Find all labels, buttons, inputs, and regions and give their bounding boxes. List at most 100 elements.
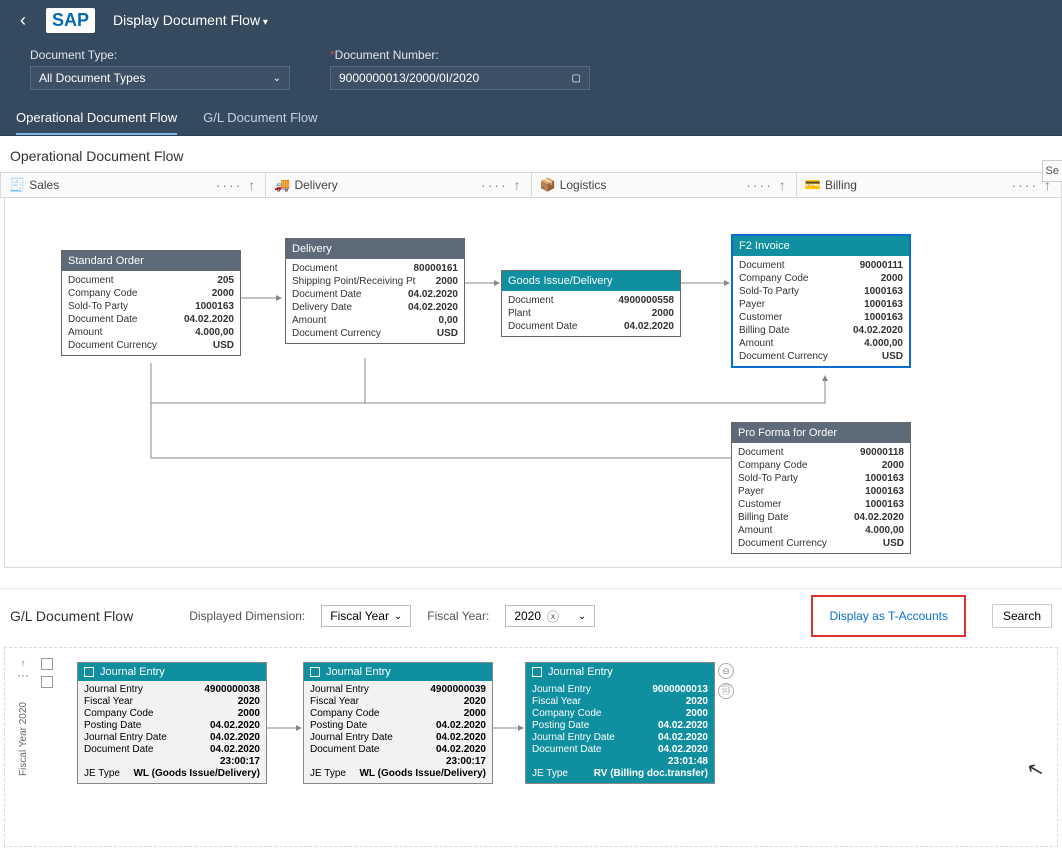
sales-icon: 🧾 xyxy=(9,177,25,192)
card-title: Goods Issue/Delivery xyxy=(502,271,680,291)
expand-panel-button[interactable]: Se xyxy=(1042,160,1062,182)
card-title: Delivery xyxy=(286,239,464,259)
card-delivery[interactable]: Delivery Document80000161Shipping Point/… xyxy=(285,238,465,344)
value-help-icon[interactable]: ▢ xyxy=(572,73,581,84)
card-row: Sold-To Party1000163 xyxy=(68,300,234,313)
lane-controls[interactable]: ···· ↑ xyxy=(746,177,788,193)
card-row: Delivery Date04.02.2020 xyxy=(292,301,458,314)
card-row: JE TypeWL (Goods Issue/Delivery) xyxy=(84,768,260,780)
card-row: Document Date04.02.2020 xyxy=(532,744,708,756)
card-row: Company Code2000 xyxy=(84,708,260,720)
card-row: JE TypeRV (Billing doc.transfer) xyxy=(532,768,708,780)
fiscal-year-label: Fiscal Year: xyxy=(427,609,489,623)
card-row: Company Code2000 xyxy=(738,459,904,472)
dimension-select[interactable]: Fiscal Year⌄ xyxy=(321,605,411,627)
card-title: F2 Invoice xyxy=(733,236,909,256)
card-row: Payer1000163 xyxy=(739,298,903,311)
tab-bar: Operational Document Flow G/L Document F… xyxy=(0,100,1062,136)
card-row: Customer1000163 xyxy=(739,311,903,324)
display-t-accounts-link[interactable]: Display as T-Accounts xyxy=(829,609,948,623)
checkbox-icon[interactable] xyxy=(310,667,320,677)
fiscal-year-select[interactable]: 2020ⓧ⌄ xyxy=(505,605,595,627)
card-row: Document Date04.02.2020 xyxy=(508,320,674,333)
lane-controls[interactable]: ···· ↑ xyxy=(481,177,523,193)
action-icon[interactable]: 🗐 xyxy=(718,683,734,699)
card-row: Document Date04.02.2020 xyxy=(292,288,458,301)
card-row: Shipping Point/Receiving Pt2000 xyxy=(292,275,458,288)
row-checkbox[interactable] xyxy=(41,658,53,670)
card-row: Amount4.000,00 xyxy=(738,524,904,537)
doc-number-input[interactable]: 9000000013/2000/0I/2020 ▢ xyxy=(330,66,590,90)
checkbox-icon[interactable] xyxy=(532,667,542,677)
card-journal-entry-2[interactable]: Journal Entry Journal Entry4900000039Fis… xyxy=(303,662,493,784)
flow-canvas[interactable]: Standard Order Document205Company Code20… xyxy=(4,198,1062,568)
card-row: Company Code2000 xyxy=(532,708,708,720)
card-row: Document Date04.02.2020 xyxy=(68,313,234,326)
card-row: Fiscal Year2020 xyxy=(310,696,486,708)
card-row: Billing Date04.02.2020 xyxy=(738,511,904,524)
sap-logo: SAP xyxy=(46,8,95,33)
card-f2-invoice[interactable]: F2 Invoice Document90000111Company Code2… xyxy=(731,234,911,368)
card-row: Amount0,00 xyxy=(292,314,458,327)
gl-section-title: G/L Document Flow xyxy=(10,608,133,624)
card-row: Document Date04.02.2020 xyxy=(310,744,486,756)
card-row: Posting Date04.02.2020 xyxy=(84,720,260,732)
card-row: Payer1000163 xyxy=(738,485,904,498)
card-row: Document90000111 xyxy=(739,259,903,272)
card-pro-forma[interactable]: Pro Forma for Order Document90000118Comp… xyxy=(731,422,911,554)
card-row: Journal Entry4900000038 xyxy=(84,684,260,696)
card-row: Company Code2000 xyxy=(68,287,234,300)
chevron-down-icon: ⌄ xyxy=(273,73,281,84)
card-row: Sold-To Party1000163 xyxy=(739,285,903,298)
card-row: Document Date04.02.2020 xyxy=(84,744,260,756)
card-row: Journal Entry Date04.02.2020 xyxy=(532,732,708,744)
tab-gl[interactable]: G/L Document Flow xyxy=(203,100,317,135)
card-row: Document CurrencyUSD xyxy=(292,327,458,340)
card-standard-order[interactable]: Standard Order Document205Company Code20… xyxy=(61,250,241,356)
lane-delivery: 🚚Delivery···· ↑ xyxy=(266,173,531,197)
card-row: Document CurrencyUSD xyxy=(739,350,903,363)
tab-operational[interactable]: Operational Document Flow xyxy=(16,100,177,135)
card-row: Journal Entry Date04.02.2020 xyxy=(310,732,486,744)
logistics-icon: 📦 xyxy=(540,177,556,192)
card-row: JE TypeWL (Goods Issue/Delivery) xyxy=(310,768,486,780)
section-title-operational: Operational Document Flow xyxy=(0,136,1062,172)
card-row: Journal Entry9000000013 xyxy=(532,684,708,696)
card-row: Document4900000558 xyxy=(508,294,674,307)
checkbox-icon[interactable] xyxy=(84,667,94,677)
card-row: Document CurrencyUSD xyxy=(68,339,234,352)
row-check-column xyxy=(41,658,55,688)
lane-sales: 🧾Sales···· ↑ xyxy=(1,173,266,197)
card-row: Posting Date04.02.2020 xyxy=(310,720,486,732)
doc-type-select[interactable]: All Document Types ⌄ xyxy=(30,66,290,90)
card-row: Journal Entry Date04.02.2020 xyxy=(84,732,260,744)
clear-icon[interactable]: ⓧ xyxy=(547,608,559,625)
lanes-header: 🧾Sales···· ↑ 🚚Delivery···· ↑ 📦Logistics·… xyxy=(0,172,1062,198)
card-journal-entry-1[interactable]: Journal Entry Journal Entry4900000038Fis… xyxy=(77,662,267,784)
row-checkbox[interactable] xyxy=(41,676,53,688)
gl-flow-canvas[interactable]: ↑ ··· Fiscal Year 2020 Journal Entry Jou… xyxy=(4,647,1058,847)
card-row: Customer1000163 xyxy=(738,498,904,511)
search-button[interactable]: Search xyxy=(992,604,1052,628)
card-row: Plant2000 xyxy=(508,307,674,320)
card-row: Document CurrencyUSD xyxy=(738,537,904,550)
lane-logistics: 📦Logistics···· ↑ xyxy=(532,173,797,197)
card-journal-entry-3[interactable]: Journal Entry Journal Entry9000000013Fis… xyxy=(525,662,715,784)
gl-toolbar: G/L Document Flow Displayed Dimension: F… xyxy=(0,588,1062,643)
action-icon[interactable]: ⊖ xyxy=(718,663,734,679)
card-row: Document90000118 xyxy=(738,446,904,459)
doc-number-label: Document Number: xyxy=(330,48,590,62)
card-row: Billing Date04.02.2020 xyxy=(739,324,903,337)
card-row: Sold-To Party1000163 xyxy=(738,472,904,485)
chevron-down-icon: ⌄ xyxy=(578,611,586,622)
page-title[interactable]: Display Document Flow xyxy=(113,12,268,28)
card-goods-issue[interactable]: Goods Issue/Delivery Document4900000558P… xyxy=(501,270,681,337)
dimension-label: Displayed Dimension: xyxy=(189,609,305,623)
card-title: Pro Forma for Order xyxy=(732,423,910,443)
card-row: Fiscal Year2020 xyxy=(84,696,260,708)
card-row: Journal Entry4900000039 xyxy=(310,684,486,696)
shell-header: ‹ SAP Display Document Flow xyxy=(0,0,1062,40)
lane-controls[interactable]: ···· ↑ xyxy=(216,177,258,193)
card-row: Posting Date04.02.2020 xyxy=(532,720,708,732)
back-button[interactable]: ‹ xyxy=(10,10,36,31)
